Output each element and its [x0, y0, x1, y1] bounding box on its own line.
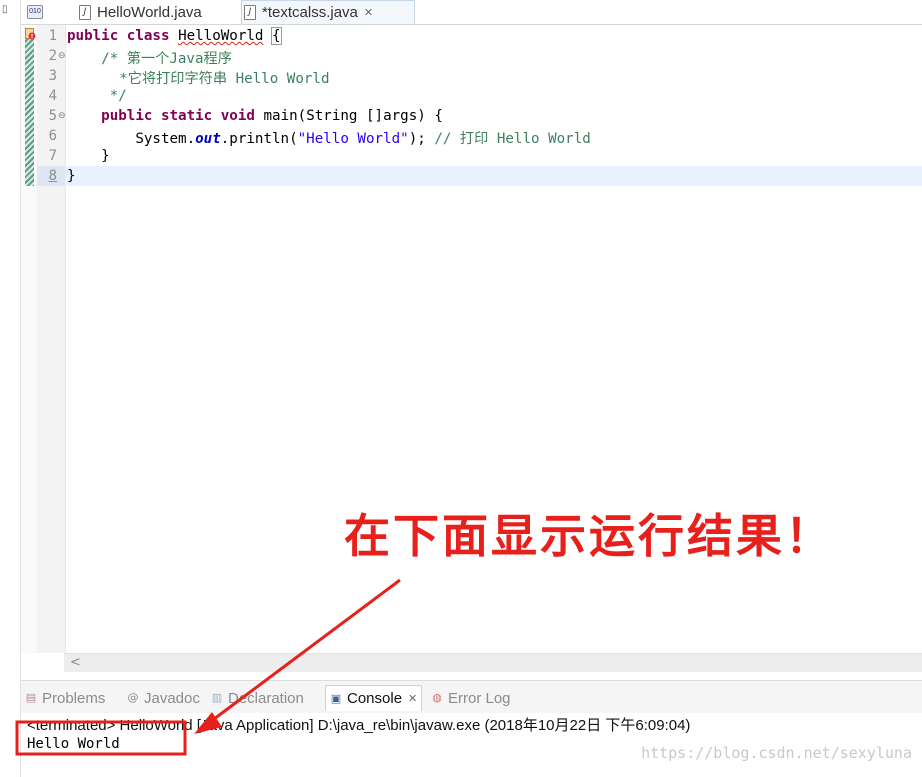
code-token: ); [408, 131, 435, 147]
watermark: https://blog.csdn.net/sexyluna [641, 744, 912, 762]
method-signature: main(String []args) { [263, 108, 443, 124]
code-line-5[interactable]: public static void main(String []args) { [67, 108, 443, 124]
view-tab-bar: ▤ Problems @ Javadoc ▥ Declaration ▣ Con… [21, 680, 922, 714]
line-number: 5 [48, 108, 57, 124]
keyword: public [67, 28, 119, 44]
brace: { [271, 27, 282, 45]
string-literal: "Hello World" [297, 131, 409, 147]
code-line-6[interactable]: System.out.println("Hello World"); // 打印… [67, 128, 591, 148]
tab-declaration[interactable]: ▥ Declaration [211, 687, 304, 709]
tab-label: Problems [42, 689, 106, 707]
tab-label: *textcalss.java [262, 4, 358, 21]
line-number: 6 [48, 128, 57, 144]
error-log-icon: ◍ [432, 691, 442, 704]
console-icon: ▣ [330, 691, 342, 705]
scroll-left-icon[interactable]: < [70, 655, 81, 670]
line-comment: // 打印 Hello World [434, 131, 591, 147]
editor-tab-bar: 010 J HelloWorld.java J *textcalss.java … [21, 0, 922, 25]
tab-problems[interactable]: ▤ Problems [25, 687, 106, 709]
left-view-edge: ▯ [0, 0, 21, 777]
tab-javadoc[interactable]: @ Javadoc [127, 687, 200, 709]
code-line-4[interactable]: */ [67, 88, 127, 104]
line-number: 7 [48, 148, 57, 164]
current-line-highlight [65, 166, 922, 186]
field-token: out [195, 131, 221, 147]
tab-helloworld-java[interactable]: J HelloWorld.java [79, 0, 229, 24]
tab-label: Error Log [448, 689, 511, 707]
line-number: 4 [48, 88, 57, 104]
line-number: 3 [48, 68, 57, 84]
tab-label: Console [347, 690, 403, 707]
fold-collapse-icon[interactable]: ⊖ [58, 51, 66, 61]
keyword: public [101, 108, 153, 124]
tab-textcalss-java[interactable]: J *textcalss.java ✕ [241, 0, 415, 24]
keyword: void [220, 108, 255, 124]
console-status-line: <terminated> HelloWorld [Java Applicatio… [27, 717, 691, 734]
horizontal-scrollbar[interactable]: < [64, 653, 922, 672]
close-icon[interactable]: ✕ [364, 6, 373, 19]
view-menu-icon[interactable]: ▯ [2, 4, 8, 15]
class-name: HelloWorld [178, 28, 264, 44]
code-token: .println( [220, 131, 298, 147]
keyword: static [160, 108, 213, 124]
declaration-icon: ▥ [211, 691, 223, 704]
code-line-1[interactable]: public class HelloWorld { [67, 27, 282, 45]
tab-class-file[interactable]: 010 [27, 0, 71, 24]
keyword: class [126, 28, 170, 44]
class-file-icon: 010 [27, 5, 43, 19]
close-icon[interactable]: ✕ [408, 692, 417, 705]
java-file-icon: J [244, 5, 256, 20]
line-number: 2 [48, 48, 57, 64]
tab-label: Javadoc [144, 689, 200, 707]
tab-label: HelloWorld.java [97, 3, 202, 21]
tab-label: Declaration [228, 689, 304, 707]
code-line-8[interactable]: } [67, 168, 76, 184]
code-line-2[interactable]: /* 第一个Java程序 [67, 48, 232, 68]
code-token: System. [135, 131, 196, 147]
error-marker-icon[interactable] [25, 28, 36, 40]
code-line-7[interactable]: } [67, 148, 110, 164]
java-file-icon: J [79, 4, 91, 20]
tab-error-log[interactable]: ◍ Error Log [431, 687, 511, 709]
code-line-3[interactable]: *它将打印字符串 Hello World [85, 68, 329, 88]
tab-console[interactable]: ▣ Console ✕ [325, 685, 423, 711]
fold-collapse-icon[interactable]: ⊖ [58, 111, 66, 121]
problems-icon: ▤ [25, 691, 37, 704]
annotation-text: 在下面显示运行结果！ [344, 509, 834, 563]
line-number: 1 [48, 28, 57, 44]
quick-diff-bar [25, 29, 34, 186]
console-view[interactable]: <terminated> HelloWorld [Java Applicatio… [21, 713, 922, 777]
console-output: Hello World [27, 736, 120, 752]
line-number: 8 [48, 168, 57, 184]
at-icon: @ [127, 691, 139, 704]
